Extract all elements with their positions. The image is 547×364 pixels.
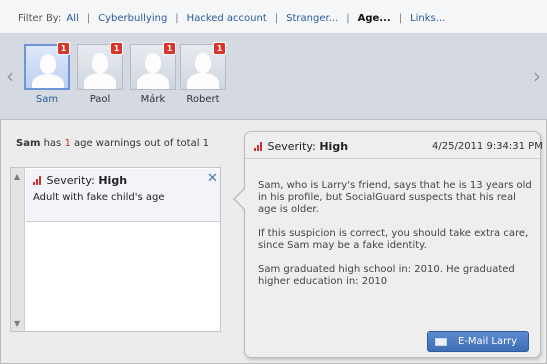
warning-badge: 1 [163, 42, 176, 55]
detail-paragraph: Sam, who is Larry's friend, says that he… [258, 180, 532, 215]
mail-icon [435, 338, 447, 346]
warning-detail-card: Severity: High 4/25/2011 9:34:31 PM Sam,… [233, 131, 543, 358]
summary-post: age warnings out of total 1 [74, 138, 210, 149]
child-name: Paol [89, 94, 111, 105]
item-severity: Severity: High [33, 174, 127, 187]
detail-body: Sam, who is Larry's friend, says that he… [258, 180, 533, 300]
severity-label: Severity: [267, 140, 316, 153]
detail-timestamp: 4/25/2011 9:34:31 PM [432, 141, 543, 152]
filter-stranger[interactable]: Stranger... [286, 13, 338, 24]
child-avatar-paol[interactable]: 1 Paol [77, 42, 123, 105]
detail-paragraph: Sam graduated high school in: 2010. He g… [258, 264, 515, 287]
warning-list: ▲ ▼ Severity: High Adult with fake child… [10, 167, 221, 332]
warning-description: Adult with fake child's age [33, 192, 165, 203]
filter-all[interactable]: All [66, 13, 78, 24]
email-button-label: E-Mail Larry [458, 336, 518, 347]
list-scrollbar[interactable]: ▲ ▼ [11, 168, 25, 331]
filter-separator: | [398, 13, 403, 24]
filter-age[interactable]: Age... [358, 13, 391, 24]
warning-badge: 1 [213, 42, 226, 55]
child-avatar-sam[interactable]: 1 Sam [24, 42, 70, 105]
filter-links[interactable]: Links... [410, 13, 445, 24]
severity-value: High [98, 174, 128, 187]
filter-separator: | [274, 13, 279, 24]
warnings-summary: Sam has 1 age warnings out of total 1 [16, 138, 209, 149]
child-avatar-mark[interactable]: 1 Márk [130, 42, 176, 105]
child-name: Sam [35, 94, 59, 105]
warning-badge: 1 [57, 42, 70, 55]
child-name: Robert [186, 94, 220, 105]
summary-pre: has [43, 138, 62, 149]
severity-bars-icon [33, 176, 43, 185]
scroll-down-icon[interactable]: ▼ [14, 319, 20, 328]
warning-badge: 1 [110, 42, 123, 55]
summary-count: 1 [64, 138, 71, 149]
prev-arrow-icon[interactable]: ‹ [6, 64, 14, 88]
severity-label: Severity: [46, 174, 95, 187]
child-name: Márk [140, 94, 166, 105]
filter-separator: | [346, 13, 350, 24]
detail-severity: Severity: High [254, 140, 348, 153]
filter-separator: | [86, 13, 91, 24]
filter-bar: Filter By: All | Cyberbullying | Hacked … [0, 0, 547, 34]
detail-paragraph: If this suspicion is correct, you should… [258, 228, 529, 251]
filter-cyberbullying[interactable]: Cyberbullying [98, 13, 167, 24]
next-arrow-icon[interactable]: › [533, 64, 541, 88]
warning-list-item[interactable]: Severity: High Adult with fake child's a… [26, 169, 220, 222]
child-avatar-robert[interactable]: 1 Robert [180, 42, 226, 105]
filter-row: Filter By: All | Cyberbullying | Hacked … [18, 13, 445, 24]
filter-label: Filter By: [18, 13, 62, 24]
filter-separator: | [175, 13, 179, 24]
scroll-up-icon[interactable]: ▲ [14, 172, 20, 181]
filter-hacked-account[interactable]: Hacked account [187, 13, 267, 24]
children-strip: ‹ 1 Sam 1 Paol 1 Márk 1 Robert › [0, 34, 547, 120]
email-parent-button[interactable]: E-Mail Larry [427, 331, 529, 352]
card-header: Severity: High 4/25/2011 9:34:31 PM [245, 132, 543, 159]
close-icon[interactable]: ✕ [207, 171, 218, 186]
summary-name: Sam [16, 138, 41, 149]
severity-bars-icon [254, 142, 264, 151]
severity-value: High [319, 140, 349, 153]
